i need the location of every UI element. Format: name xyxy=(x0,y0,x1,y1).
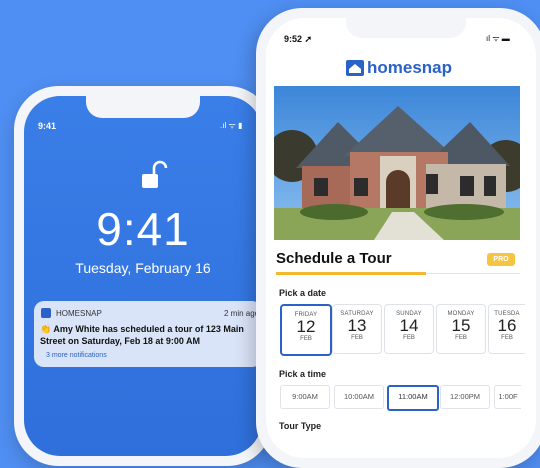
phone-notch xyxy=(86,96,200,118)
notification-card[interactable]: HOMESNAP 2 min ago 👏 Amy White has sched… xyxy=(34,301,262,367)
lock-time: 9:41 xyxy=(96,203,190,255)
clap-emoji-icon: 👏 xyxy=(40,324,52,334)
time-chip-12pm[interactable]: 12:00PM xyxy=(440,385,490,409)
more-notifications[interactable]: 3 more notifications xyxy=(46,352,107,359)
homesnap-app-icon xyxy=(41,308,51,318)
unlocked-lock-icon xyxy=(142,160,168,188)
notification-app: HOMESNAP xyxy=(56,309,102,318)
section-underline xyxy=(276,272,426,275)
status-time: 9:41 xyxy=(38,121,57,131)
time-chip-9am[interactable]: 9:00AM xyxy=(280,385,330,409)
pick-date-label: Pick a date xyxy=(279,288,327,298)
date-card-14[interactable]: SUNDAY 14 FEB xyxy=(384,304,434,354)
time-chip-11am[interactable]: 11:00AM xyxy=(387,385,439,411)
time-chip-10am[interactable]: 10:00AM xyxy=(334,385,384,409)
status-icons: .ıl ᯤ ▮ xyxy=(220,121,243,130)
date-card-15[interactable]: MONDAY 15 FEB xyxy=(436,304,486,354)
lock-screen xyxy=(24,96,262,456)
phone-notch xyxy=(346,18,466,38)
divider xyxy=(426,273,520,274)
notification-message: 👏 Amy White has scheduled a tour of 123 … xyxy=(40,323,260,347)
house-logo-icon xyxy=(346,60,364,76)
date-card-12[interactable]: FRIDAY 12 FEB xyxy=(280,304,332,356)
pro-badge: PRO xyxy=(487,253,515,266)
lock-date: Tuesday, February 16 xyxy=(75,260,211,276)
date-card-16[interactable]: TUESDA 16 FEB xyxy=(488,304,525,354)
house-photo[interactable] xyxy=(274,86,520,240)
tour-type-label: Tour Type xyxy=(279,421,322,431)
time-chip-1pm[interactable]: 1:00F xyxy=(494,385,521,409)
pick-time-label: Pick a time xyxy=(279,369,327,379)
notification-age: 2 min ago xyxy=(224,309,260,318)
status-icons: ıl ᯤ ▬ xyxy=(486,34,510,43)
date-card-13[interactable]: SATURDAY 13 FEB xyxy=(332,304,382,354)
section-title: Schedule a Tour xyxy=(276,250,392,267)
notification-text: Amy White has scheduled a tour of 123 Ma… xyxy=(40,324,244,346)
homesnap-logo: homesnap xyxy=(346,58,452,78)
brand-name: homesnap xyxy=(367,58,453,77)
status-time: 9:52 ➚ xyxy=(284,34,313,44)
